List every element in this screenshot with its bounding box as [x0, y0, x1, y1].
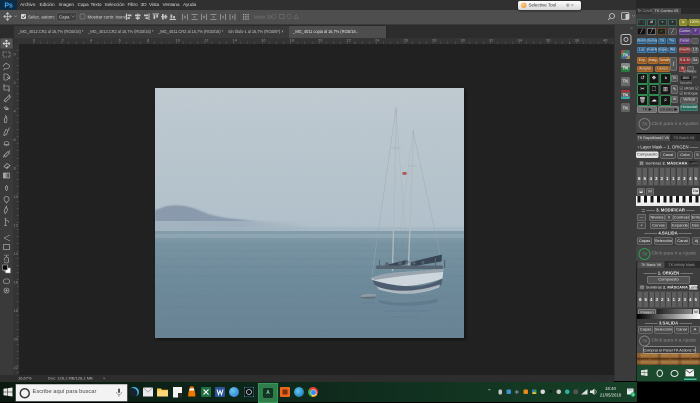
svg-text:Selec. autom:: Selec. autom:: [28, 15, 55, 20]
svg-text:Modo 3D:: Modo 3D:: [254, 14, 273, 19]
svg-text:⋯: ⋯: [4, 258, 9, 264]
svg-text:Mostrar contr. transf.: Mostrar contr. transf.: [88, 15, 128, 20]
svg-text:Capa: Capa: [59, 14, 70, 19]
svg-text:3: 3: [632, 393, 634, 397]
